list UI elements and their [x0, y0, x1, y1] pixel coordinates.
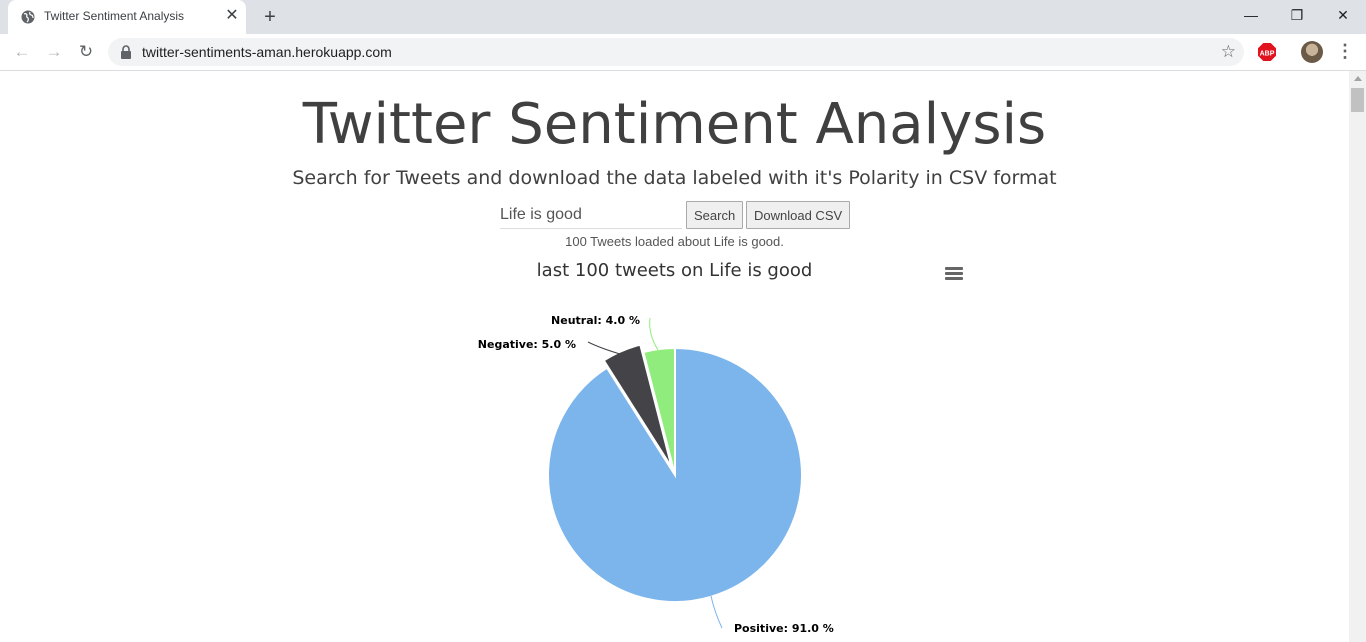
status-text: 100 Tweets loaded about Life is good. [565, 234, 784, 249]
search-input[interactable] [500, 202, 682, 229]
adblock-icon[interactable]: ABP [1258, 43, 1276, 61]
close-tab-icon[interactable]: ✕ [224, 8, 240, 24]
reload-icon[interactable]: ↻ [74, 40, 98, 64]
scrollbar-thumb[interactable] [1351, 88, 1364, 112]
minimize-icon[interactable]: — [1228, 0, 1274, 32]
data-label-positive: Positive: 91.0 % [734, 622, 834, 635]
page-title: Twitter Sentiment Analysis [302, 92, 1047, 157]
profile-avatar[interactable] [1301, 41, 1323, 63]
page-scrollbar[interactable] [1349, 71, 1366, 642]
back-arrow-icon[interactable]: ← [10, 40, 34, 64]
browser-tab[interactable]: Twitter Sentiment Analysis ✕ [8, 0, 246, 34]
forward-arrow-icon[interactable]: → [42, 40, 66, 64]
data-label-negative: Negative: 5.0 % [478, 338, 576, 351]
restore-icon[interactable]: ❐ [1274, 0, 1320, 32]
chart-title: last 100 tweets on Life is good [536, 260, 813, 281]
connector-neutral [649, 317, 659, 351]
data-label-neutral: Neutral: 4.0 % [551, 314, 640, 327]
download-csv-button[interactable]: Download CSV [746, 201, 851, 229]
globe-icon [21, 10, 35, 24]
url-text: twitter-sentiments-aman.herokuapp.com [142, 44, 392, 60]
more-menu-icon[interactable]: ⋮ [1336, 41, 1354, 63]
chart-menu-icon[interactable] [945, 267, 963, 281]
connector-positive [710, 595, 723, 629]
search-button[interactable]: Search [686, 201, 744, 229]
lock-icon [121, 45, 131, 59]
new-tab-button[interactable]: + [259, 6, 281, 28]
connector-negative [587, 341, 621, 355]
window-close-icon[interactable]: ✕ [1320, 0, 1366, 32]
scroll-up-icon[interactable] [1354, 76, 1362, 81]
bookmark-star-icon[interactable]: ☆ [1221, 42, 1236, 62]
svg-text:ABP: ABP [1260, 50, 1275, 57]
page-subtitle: Search for Tweets and download the data … [292, 167, 1057, 189]
tab-title: Twitter Sentiment Analysis [44, 9, 185, 23]
browser-toolbar: ← → ↻ twitter-sentiments-aman.herokuapp.… [0, 34, 1366, 71]
tab-strip: Twitter Sentiment Analysis ✕ + — ❐ ✕ [0, 0, 1366, 34]
address-bar[interactable]: twitter-sentiments-aman.herokuapp.com ☆ [108, 38, 1244, 66]
pie-chart: Positive: 91.0 % Negative: 5.0 % Neutral: … [478, 314, 834, 635]
